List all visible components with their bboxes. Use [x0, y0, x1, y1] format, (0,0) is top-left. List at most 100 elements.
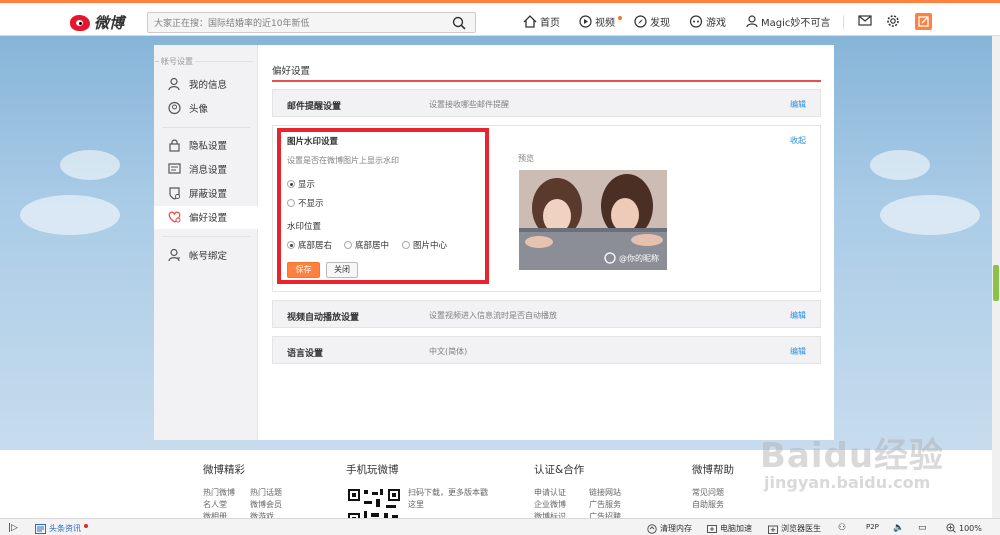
mail-icon[interactable] [858, 14, 872, 27]
sidebar-item-my-info[interactable]: 我的信息 [168, 77, 227, 91]
zoom-control[interactable]: 100% [946, 523, 982, 533]
sidebar-item-label: 帐号绑定 [189, 251, 228, 262]
footer-link[interactable]: 名人堂 [203, 499, 250, 511]
language-setting-title: 语言设置 [287, 349, 324, 359]
message-icon [168, 163, 181, 174]
nav-video[interactable]: 视频 [579, 14, 622, 29]
screen-icon[interactable]: ▭ [918, 523, 927, 533]
email-setting-desc: 设置接收哪些邮件提醒 [429, 100, 509, 109]
home-icon [523, 15, 537, 28]
nav-game[interactable]: 游戏 [689, 14, 726, 29]
footer-link[interactable]: 链接网站 [589, 487, 649, 499]
nav-user[interactable]: Magic妙不可言 [746, 14, 830, 29]
video-edit-link[interactable]: 编辑 [790, 310, 806, 321]
cloud-decoration [870, 150, 930, 180]
news-button[interactable]: 头条资讯 [35, 523, 88, 534]
footer-link[interactable]: 热门话题 [250, 487, 310, 499]
clean-memory-button[interactable]: 清理内存 [647, 523, 692, 534]
sidebar-item-label: 消息设置 [189, 165, 228, 176]
site-watermark: Baidu经验 jingyan.baidu.com [760, 428, 944, 492]
speedup-button[interactable]: 电脑加速 [707, 523, 752, 534]
notification-dot [84, 523, 88, 528]
weibo-eye-icon [70, 14, 90, 31]
news-label: 头条资讯 [49, 524, 81, 533]
account-bind-icon [168, 248, 180, 262]
nav-discover[interactable]: 发现 [634, 14, 670, 29]
sidebar-item-label: 隐私设置 [189, 141, 228, 152]
collapse-link[interactable]: 收起 [790, 135, 806, 146]
nav-username: Magic妙不可言 [761, 18, 831, 29]
footer-link[interactable]: 企业微博 [534, 499, 589, 511]
footer-link[interactable]: 热门微博 [203, 487, 250, 499]
compose-icon[interactable] [915, 13, 932, 30]
cloud-decoration [20, 195, 120, 235]
highlight-annotation-box [277, 128, 489, 284]
browser-doctor-label: 浏览器医生 [781, 524, 821, 533]
search-icon[interactable] [452, 16, 466, 30]
sidebar-item-label: 头像 [189, 104, 209, 115]
video-setting-row: 视频自动播放设置 设置视频进入信息流时是否自动播放 编辑 [272, 300, 821, 328]
sidebar-item-block[interactable]: 屏蔽设置 [168, 186, 227, 200]
footer-col-title: 手机玩微博 [346, 464, 399, 476]
preview-label: 预览 [518, 154, 534, 163]
clean-memory-label: 清理内存 [660, 524, 692, 533]
nav-home-label: 首页 [540, 18, 560, 29]
avatar-icon [168, 101, 181, 115]
tool-icon[interactable]: ⚇ [838, 523, 846, 533]
browser-status-bar: |▷ 头条资讯 清理内存 电脑加速 浏览器医生 ⚇ P2P 🔈 ▭ 100% [0, 518, 1000, 535]
language-edit-link[interactable]: 编辑 [790, 346, 806, 357]
zoom-icon [946, 523, 956, 533]
search-placeholder: 大家正在搜：国际结婚率的近10年新低 [154, 19, 310, 29]
footer-col-help: 微博帮助 常见问题 自助服务 [692, 462, 734, 511]
page-title: 偏好设置 [272, 66, 311, 77]
footer-col-cert: 认证&合作 申请认证 链接网站 企业微博 广告服务 微博标识 广告招聘 [534, 462, 649, 523]
gear-icon[interactable] [886, 14, 900, 28]
cloud-decoration [60, 150, 120, 180]
browser-doctor-button[interactable]: 浏览器医生 [768, 523, 821, 534]
watermark-small-text: jingyan.baidu.com [764, 473, 931, 492]
search-input[interactable]: 大家正在搜：国际结婚率的近10年新低 [147, 12, 476, 33]
sidebar-toggle-icon[interactable]: |▷ [8, 523, 18, 533]
sidebar-item-privacy[interactable]: 隐私设置 [168, 138, 227, 152]
nav-home[interactable]: 首页 [523, 14, 560, 29]
sidebar-item-avatar[interactable]: 头像 [168, 101, 208, 115]
cloud-decoration [880, 195, 980, 235]
block-icon [169, 187, 180, 200]
sidebar-item-preferences[interactable]: 偏好设置 [168, 210, 227, 224]
sidebar-item-message[interactable]: 消息设置 [168, 162, 227, 176]
lock-icon [169, 139, 180, 152]
language-setting-desc: 中文(简体) [429, 347, 468, 356]
email-setting-row: 邮件提醒设置 设置接收哪些邮件提醒 编辑 [272, 89, 821, 117]
footer-col-weibo: 微博精彩 热门微博 热门话题 名人堂 微博会员 微相册 微游戏 [203, 462, 310, 523]
speedup-label: 电脑加速 [720, 524, 752, 533]
p2p-icon[interactable]: P2P [866, 523, 879, 531]
sidebar-item-label: 我的信息 [189, 80, 228, 91]
language-setting-row: 语言设置 中文(简体) 编辑 [272, 336, 821, 364]
email-edit-link[interactable]: 编辑 [790, 99, 806, 110]
speedup-icon [707, 524, 717, 533]
nav-video-label: 视频 [595, 18, 615, 29]
sidebar-section-title: 帐号设置 [155, 57, 253, 66]
video-icon [579, 15, 592, 28]
footer-col-title: 微博帮助 [692, 464, 734, 476]
user-info-icon [168, 77, 180, 91]
footer-link[interactable]: 常见问题 [692, 487, 734, 499]
sidebar-item-account-bind[interactable]: 帐号绑定 [168, 248, 227, 262]
scrollbar-thumb[interactable] [993, 265, 999, 301]
speaker-icon[interactable]: 🔈 [893, 523, 904, 533]
nav-discover-label: 发现 [650, 18, 670, 29]
email-setting-title: 邮件提醒设置 [287, 102, 342, 112]
footer-link[interactable]: 自助服务 [692, 499, 734, 511]
video-setting-title: 视频自动播放设置 [287, 313, 360, 323]
watermark-big-text: Baidu经验 [760, 436, 945, 476]
clean-icon [647, 523, 657, 534]
logo-text: 微博 [94, 14, 125, 32]
discover-icon [634, 15, 647, 28]
footer-link[interactable]: 广告服务 [589, 499, 649, 511]
doctor-icon [768, 525, 778, 534]
footer-link[interactable]: 申请认证 [534, 487, 589, 499]
weibo-logo[interactable]: 微博 [70, 12, 124, 33]
footer-link[interactable]: 微博会员 [250, 499, 310, 511]
video-setting-desc: 设置视频进入信息流时是否自动播放 [429, 311, 557, 320]
footer-col-title: 微博精彩 [203, 464, 245, 476]
